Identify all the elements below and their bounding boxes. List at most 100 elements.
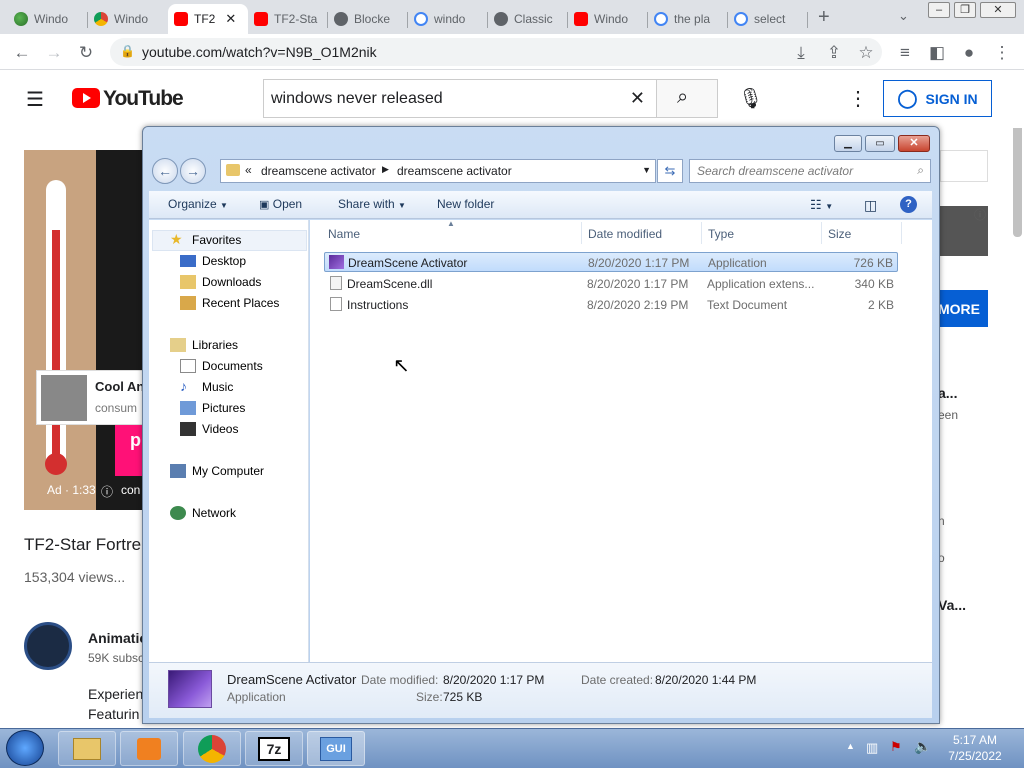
nav-documents[interactable]: Documents (180, 359, 263, 373)
refresh-icon[interactable]: ⇆ (657, 159, 683, 183)
network-icon (170, 506, 186, 520)
open-icon: ▣ (259, 199, 270, 211)
breadcrumb-1[interactable]: dreamscene activator (261, 164, 376, 178)
help-icon[interactable]: ? (900, 196, 917, 213)
install-icon[interactable]: ⤓ (791, 43, 811, 63)
open-button[interactable]: ▣ Open (259, 197, 302, 211)
volume-icon[interactable]: 🔈 (914, 738, 931, 755)
new-tab-icon[interactable]: + (818, 6, 830, 29)
column-type[interactable]: Type (708, 227, 734, 241)
side-text-2: een (938, 408, 959, 422)
tab-10[interactable]: select (728, 4, 808, 34)
channel-avatar[interactable] (24, 622, 72, 670)
youtube-search-button[interactable]: ⌕ (656, 79, 718, 118)
tab-3-active[interactable]: TF2 ✕ (168, 4, 248, 34)
side-info-icon[interactable]: ⓘ (974, 206, 986, 223)
column-size[interactable]: Size (828, 227, 851, 241)
7zip-icon: 7z (258, 737, 290, 761)
details-size-value: 725 KB (443, 690, 483, 704)
file-row-dreamscene-dll[interactable]: DreamScene.dll 8/20/2020 1:17 PM Applica… (324, 274, 898, 294)
tab-9[interactable]: the pla (648, 4, 728, 34)
channel-name[interactable]: Animatio (88, 630, 148, 646)
column-date-modified[interactable]: Date modified (588, 227, 662, 241)
media-icon[interactable]: ≡ (895, 43, 915, 63)
file-row-instructions[interactable]: Instructions 8/20/2020 2:19 PM Text Docu… (324, 295, 898, 315)
network-tray-icon[interactable]: ▥ (866, 740, 878, 756)
new-folder-button[interactable]: New folder (437, 197, 494, 211)
action-center-icon[interactable]: ⚑ (890, 739, 902, 755)
nav-network[interactable]: Network (170, 506, 236, 520)
nav-videos[interactable]: Videos (180, 422, 238, 436)
tab-4[interactable]: TF2-Sta (248, 4, 328, 34)
file-row-dreamscene-activator[interactable]: DreamScene Activator 8/20/2020 1:17 PM A… (324, 252, 898, 272)
video-thermometer-frame (24, 150, 96, 510)
sign-in-button[interactable]: ◯ SIGN IN (883, 80, 992, 117)
taskbar-media-player[interactable] (120, 731, 178, 766)
column-name[interactable]: Name (328, 227, 360, 241)
explorer-minimize-icon[interactable]: ▁ (834, 135, 862, 152)
sort-ascending-icon: ▲ (447, 219, 455, 228)
minimize-icon[interactable]: – (928, 2, 950, 18)
music-icon: ♪ (180, 378, 187, 394)
tab-5[interactable]: Blocke (328, 4, 408, 34)
tab-2[interactable]: Windo (88, 4, 168, 34)
breadcrumb-arrow-icon[interactable]: ▶ (382, 164, 389, 175)
nav-my-computer[interactable]: My Computer (170, 464, 264, 478)
tab-1[interactable]: Windo (8, 4, 88, 34)
explorer-address-bar[interactable]: « dreamscene activator ▶ dreamscene acti… (220, 159, 656, 183)
explorer-search-input[interactable]: Search dreamscene activator ⌕ (689, 159, 931, 183)
nav-pictures[interactable]: Pictures (180, 401, 245, 415)
explorer-back-icon[interactable]: ← (152, 158, 178, 184)
share-with-button[interactable]: Share with ▼ (338, 197, 406, 211)
explorer-icon (73, 738, 101, 760)
side-panel-icon[interactable]: ◧ (927, 43, 947, 63)
taskbar-explorer[interactable] (58, 731, 116, 766)
chrome-menu-icon[interactable]: ⋮ (992, 43, 1012, 63)
explorer-close-icon[interactable]: ✕ (898, 135, 930, 152)
ad-info-icon[interactable]: ⓘ (101, 483, 113, 500)
clock[interactable]: 5:17 AM 7/25/2022 (940, 733, 1010, 763)
media-player-icon (137, 738, 161, 760)
microphone-icon[interactable]: 🎙 (738, 86, 763, 111)
breadcrumb-2[interactable]: dreamscene activator (397, 164, 512, 178)
details-size-label: Size: (416, 690, 443, 704)
preview-pane-icon[interactable]: ◫ (864, 197, 877, 214)
taskbar-chrome[interactable] (183, 731, 241, 766)
taskbar-dreamscene-gui[interactable]: GUI (307, 731, 365, 766)
tab-7[interactable]: Classic (488, 4, 568, 34)
explorer-maximize-icon[interactable]: ▭ (865, 135, 895, 152)
nav-downloads[interactable]: Downloads (180, 275, 261, 289)
search-icon: ⌕ (677, 86, 689, 108)
share-icon[interactable]: ⇪ (824, 43, 844, 63)
nav-recent-places[interactable]: Recent Places (180, 296, 279, 310)
explorer-forward-icon[interactable]: → (180, 158, 206, 184)
view-options-icon[interactable]: ☷ ▼ (810, 197, 833, 213)
nav-libraries[interactable]: Libraries (170, 338, 238, 352)
tab-8[interactable]: Windo (568, 4, 648, 34)
bookmark-star-icon[interactable]: ☆ (856, 43, 876, 63)
taskbar-7zip[interactable]: 7z (245, 731, 303, 766)
forward-icon[interactable]: → (44, 43, 64, 63)
side-chip[interactable] (940, 150, 988, 182)
profile-icon[interactable]: ● (959, 43, 979, 63)
show-hidden-icons[interactable]: ▲ (846, 741, 855, 751)
back-icon[interactable]: ← (12, 43, 32, 63)
youtube-logo-icon[interactable] (72, 88, 100, 108)
nav-music[interactable]: ♪ Music (180, 378, 233, 394)
restore-icon[interactable]: ❐ (954, 2, 976, 18)
hamburger-menu-icon[interactable]: ☰ (26, 87, 44, 112)
tab-6[interactable]: windo (408, 4, 488, 34)
reload-icon[interactable]: ↻ (76, 43, 96, 63)
ad-card[interactable]: Cool An consum (36, 370, 146, 425)
start-button-icon[interactable] (6, 730, 44, 766)
clear-search-icon[interactable]: ✕ (630, 88, 645, 109)
nav-desktop[interactable]: Desktop (180, 254, 246, 268)
address-dropdown-icon[interactable]: ▼ (642, 165, 651, 175)
nav-favorites[interactable]: ★ Favorites (170, 232, 241, 247)
close-window-icon[interactable]: ✕ (980, 2, 1016, 18)
close-tab-icon[interactable]: ✕ (225, 11, 236, 27)
settings-menu-icon[interactable]: ⋮ (848, 86, 868, 111)
youtube-search-input[interactable]: windows never released ✕ (263, 79, 657, 118)
tab-search-icon[interactable]: ⌄ (898, 8, 909, 24)
organize-button[interactable]: Organize ▼ (168, 197, 228, 211)
